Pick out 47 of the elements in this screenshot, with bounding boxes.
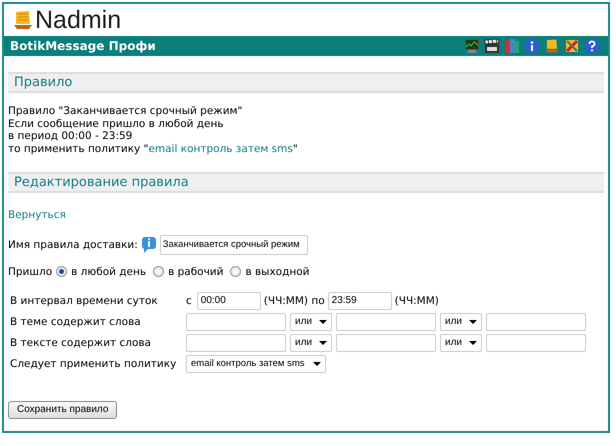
keyword-field[interactable] (186, 312, 286, 331)
time-to-field[interactable]: 23:59 (328, 292, 392, 310)
summary-line: Правило "Заканчивается срочный режим" (8, 105, 244, 118)
section-header: Редактирование правила (8, 172, 604, 193)
save-button[interactable]: Сохранить правило (8, 400, 118, 419)
back-link[interactable]: Вернуться (8, 208, 66, 221)
help-icon[interactable] (584, 38, 600, 54)
radio-label: в выходной (245, 266, 310, 278)
keyword-field[interactable] (486, 334, 586, 352)
logo-text: Nadmin (35, 6, 122, 34)
keyword-field[interactable] (486, 312, 586, 331)
operator-dropdown[interactable]: или (440, 334, 482, 352)
field-label: с (186, 294, 192, 307)
operator-dropdown[interactable]: или (440, 312, 482, 331)
radio-button[interactable] (153, 266, 164, 278)
field-label: (ЧЧ:ММ) (394, 294, 439, 307)
field-label: Пришло (8, 266, 52, 278)
field-label: Следует применить политику (10, 358, 178, 370)
summary-line: Если сообщение пришло в любой день (8, 118, 225, 130)
clapperboard-icon[interactable] (484, 38, 500, 54)
field-label: В теме содержит слова (10, 316, 142, 328)
info-bubble-icon (140, 236, 157, 254)
section-header: Правило (8, 72, 604, 93)
policy-dropdown[interactable]: email контроль затем sms (186, 354, 326, 373)
keyword-field[interactable] (186, 334, 286, 352)
field-label: В тексте содержит слова (10, 336, 152, 349)
ship-icon (12, 9, 34, 31)
rule-name-field[interactable]: Заканчивается срочный режим (160, 234, 308, 255)
operator-dropdown[interactable]: или (290, 334, 332, 352)
operator-dropdown[interactable]: или (290, 312, 332, 331)
keyword-field[interactable] (336, 312, 436, 331)
app-title: BotikMessage Профи (10, 39, 156, 53)
radio-button[interactable] (230, 266, 242, 278)
field-label: В интервал времени суток (10, 294, 159, 307)
ship-icon[interactable] (544, 38, 560, 54)
field-label: Имя правила доставки: (8, 238, 138, 251)
time-from-field[interactable]: 00:00 (196, 292, 261, 310)
policy-link[interactable]: email контроль затем sms (148, 143, 293, 156)
radio-label: в рабочий (168, 266, 224, 278)
keyword-field[interactable] (336, 334, 436, 352)
summary-line: то применить политику "email контроль затем sms" (8, 143, 299, 156)
field-label: (ЧЧ:ММ) по (264, 294, 325, 307)
monitor-icon[interactable] (464, 38, 480, 54)
info-icon[interactable] (524, 38, 540, 54)
summary-line: в период 00:00 - 23:59 (8, 130, 134, 144)
radio-label: в любой день (71, 266, 146, 278)
radio-button[interactable] (56, 266, 68, 278)
